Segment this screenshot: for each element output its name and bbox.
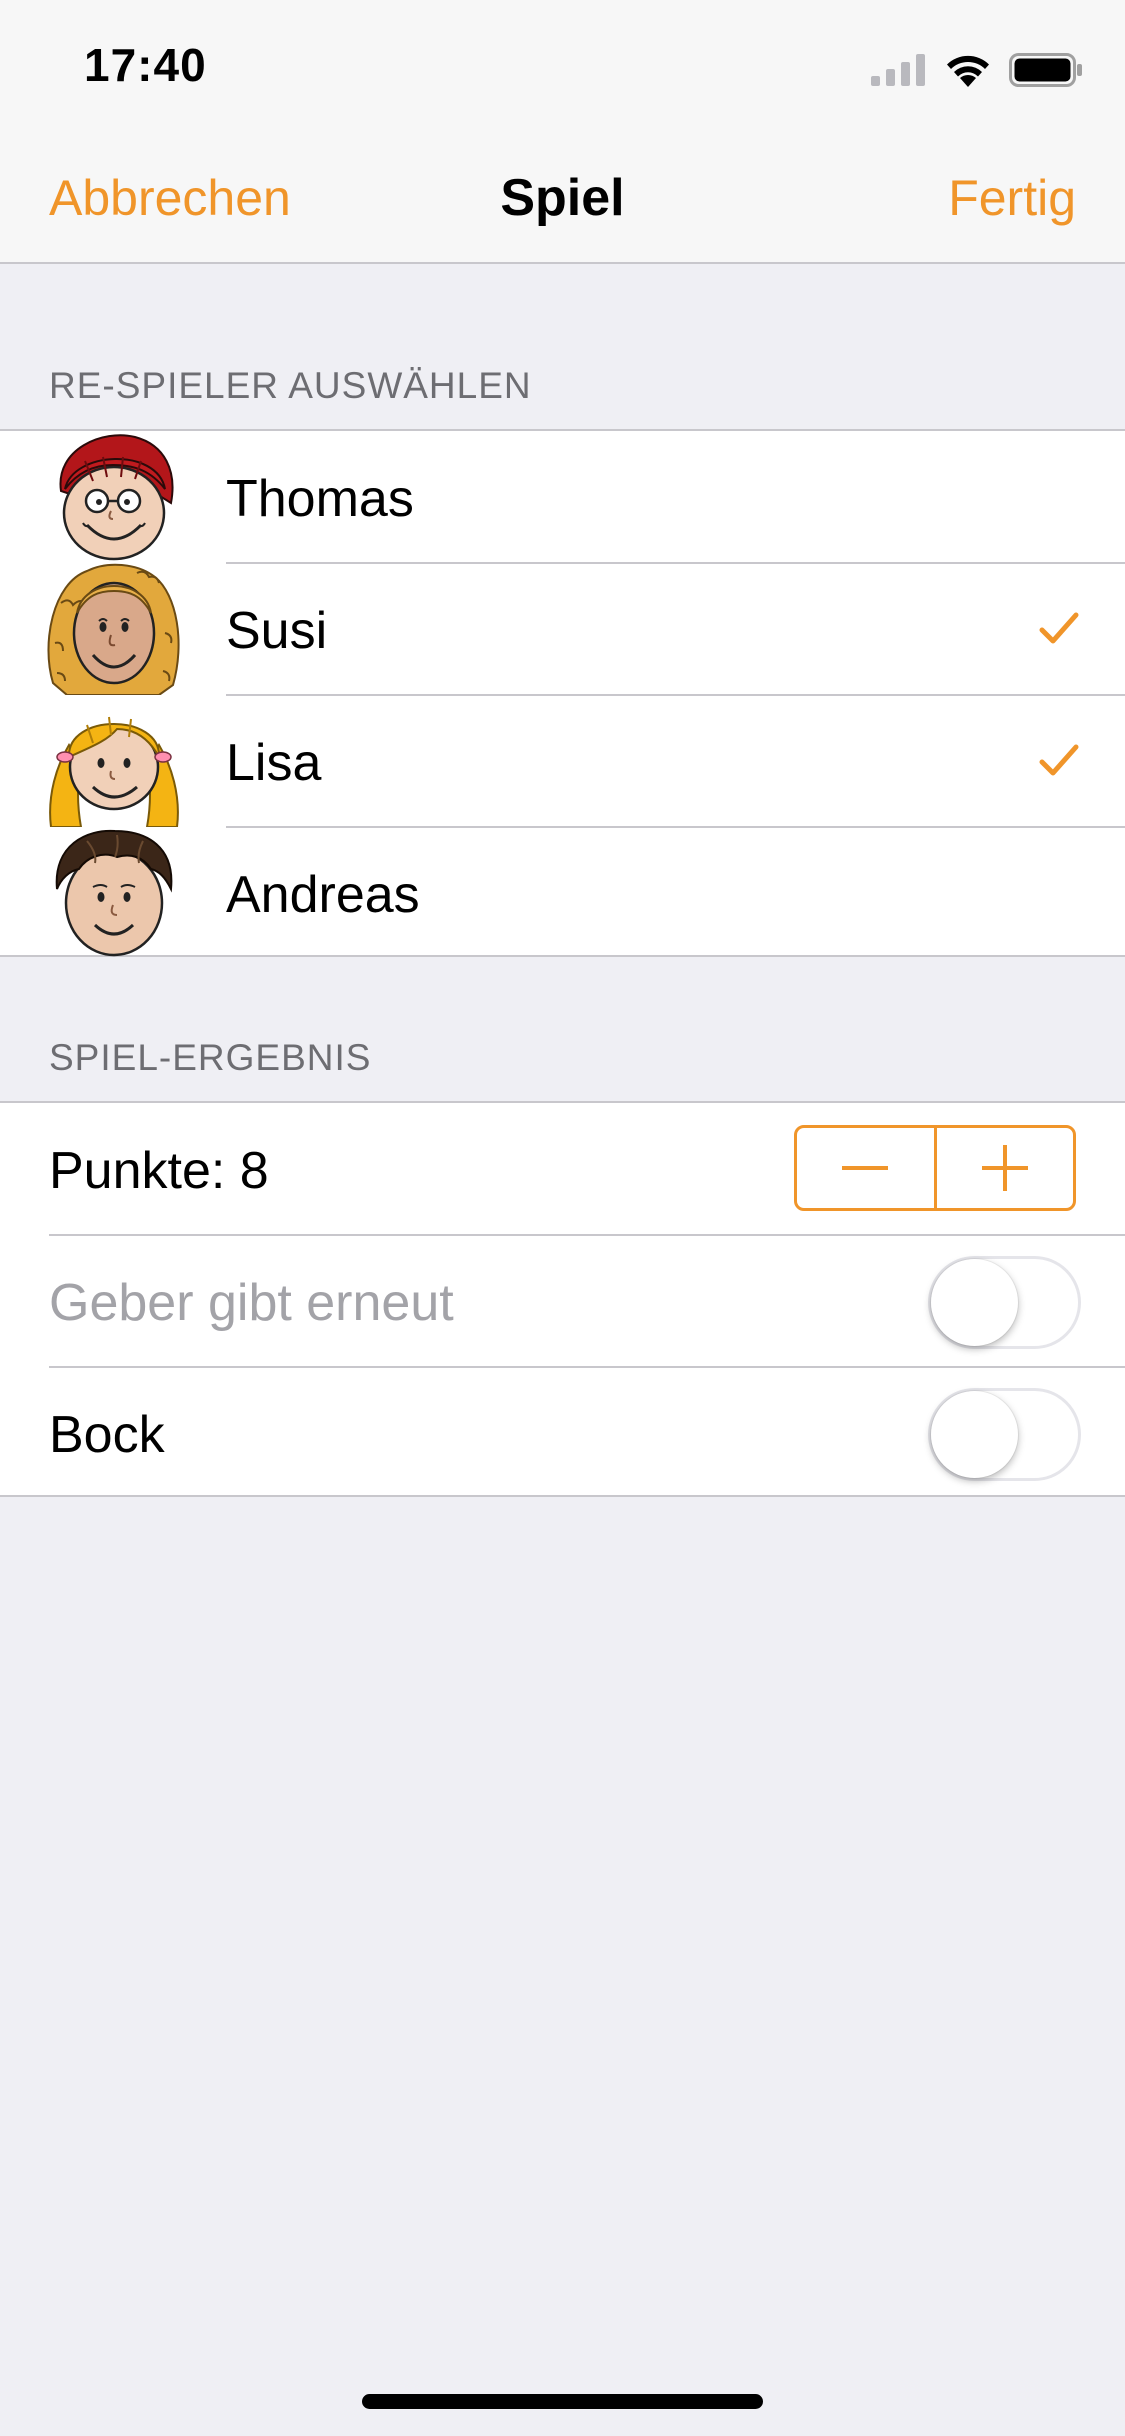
toggle-knob: [931, 1259, 1018, 1346]
player-row-thomas[interactable]: Thomas: [0, 431, 1125, 563]
player-row-susi[interactable]: Susi: [0, 563, 1125, 695]
bock-label: Bock: [49, 1406, 165, 1464]
bock-toggle[interactable]: [928, 1388, 1081, 1481]
player-row-lisa[interactable]: Lisa: [0, 695, 1125, 827]
players-section-header: RE-SPIELER AUSWÄHLEN: [49, 365, 532, 406]
result-section-header: SPIEL-ERGEBNIS: [49, 1037, 372, 1078]
player-name: Andreas: [226, 866, 420, 924]
points-label: Punkte: 8: [49, 1142, 269, 1200]
bock-row: Bock: [0, 1367, 1125, 1499]
increment-button[interactable]: [937, 1128, 1074, 1208]
checkmark-icon: [1039, 612, 1079, 644]
player-name: Thomas: [226, 470, 414, 528]
home-indicator[interactable]: [362, 2394, 763, 2409]
avatar-dark-brown-hair: [55, 829, 173, 957]
player-name: Susi: [226, 602, 328, 660]
status-icons: [871, 48, 1083, 92]
geber-label: Geber gibt erneut: [49, 1274, 454, 1332]
avatar-curly-blonde-hair: [47, 563, 180, 695]
points-stepper: [794, 1125, 1076, 1211]
checkmark-icon: [1039, 744, 1079, 776]
geber-row: Geber gibt erneut: [0, 1235, 1125, 1367]
wifi-icon: [947, 55, 989, 87]
avatar-red-hair-glasses: [59, 434, 174, 561]
decrement-button[interactable]: [797, 1128, 937, 1208]
avatar-yellow-pigtails: [49, 716, 179, 827]
players-list: Thomas Susi Lisa Andreas: [0, 429, 1125, 957]
status-time: 17:40: [84, 39, 207, 91]
player-row-andreas[interactable]: Andreas: [0, 827, 1125, 959]
minus-icon: [842, 1166, 889, 1170]
result-list: Punkte: 8 Geber gibt erneut Bock: [0, 1101, 1125, 1497]
cancel-button[interactable]: Abbrechen: [49, 168, 291, 228]
battery-icon: [1009, 53, 1082, 87]
geber-toggle[interactable]: [928, 1256, 1081, 1349]
done-button[interactable]: Fertig: [948, 168, 1076, 228]
cellular-signal-icon: [871, 54, 925, 86]
points-row: Punkte: 8: [0, 1103, 1125, 1235]
player-name: Lisa: [226, 734, 322, 792]
navigation-bar: 17:40 Abbrechen Spiel Fertig: [0, 0, 1125, 264]
toggle-knob: [931, 1391, 1018, 1478]
game-screen: 17:40 Abbrechen Spiel Fertig RE-SPIELER …: [0, 0, 1125, 2436]
